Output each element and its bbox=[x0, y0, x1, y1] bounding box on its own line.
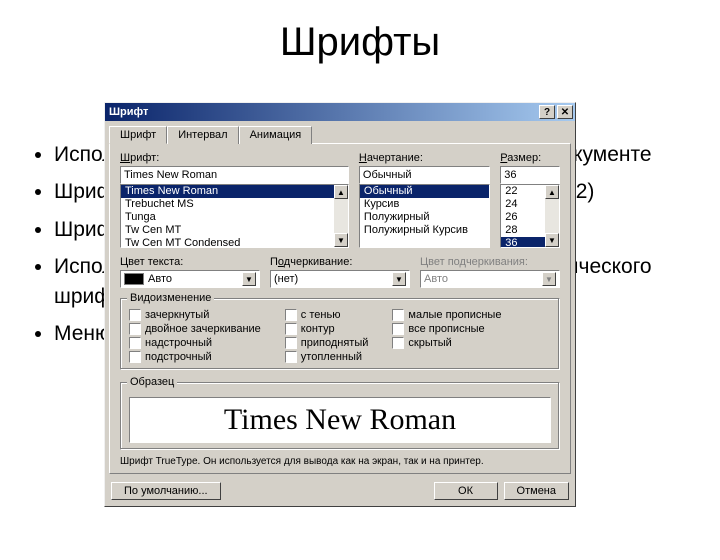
font-dialog: Шрифт ? ✕ Шрифт Интервал Анимация Шрифт:… bbox=[104, 102, 576, 507]
close-icon: ✕ bbox=[561, 107, 569, 118]
default-button[interactable]: По умолчанию... bbox=[111, 482, 221, 500]
textcolor-label: Цвет текста: bbox=[120, 256, 260, 268]
question-icon: ? bbox=[544, 107, 550, 118]
scrollbar[interactable]: ▲ ▼ bbox=[334, 185, 348, 247]
tab-animation[interactable]: Анимация bbox=[239, 126, 313, 144]
titlebar[interactable]: Шрифт ? ✕ bbox=[105, 103, 575, 121]
chevron-down-icon: ▼ bbox=[242, 272, 256, 286]
cancel-button[interactable]: Отмена bbox=[504, 482, 569, 500]
check-emboss[interactable]: приподнятый bbox=[285, 337, 369, 349]
list-item[interactable]: Полужирный bbox=[360, 211, 489, 224]
font-label: Шрифт: bbox=[120, 152, 349, 164]
check-superscript[interactable]: надстрочный bbox=[129, 337, 261, 349]
dialog-buttons: По умолчанию... ОК Отмена bbox=[105, 478, 575, 506]
check-shadow[interactable]: с тенью bbox=[285, 309, 369, 321]
underline-combo[interactable]: (нет) ▼ bbox=[270, 270, 410, 288]
textcolor-combo[interactable]: Авто ▼ bbox=[120, 270, 260, 288]
list-item[interactable]: Курсив bbox=[360, 198, 489, 211]
style-listbox[interactable]: Обычный Курсив Полужирный Полужирный Кур… bbox=[359, 184, 490, 248]
scroll-down-icon[interactable]: ▼ bbox=[545, 233, 559, 247]
check-subscript[interactable]: подстрочный bbox=[129, 351, 261, 363]
check-engrave[interactable]: утопленный bbox=[285, 351, 369, 363]
slide-title: Шрифты bbox=[0, 20, 720, 65]
list-item[interactable]: Times New Roman bbox=[121, 185, 348, 198]
tab-panel-font: Шрифт: Times New Roman Times New Roman T… bbox=[109, 143, 571, 474]
check-double-strike[interactable]: двойное зачеркивание bbox=[129, 323, 261, 335]
size-label: Размер: bbox=[500, 152, 560, 164]
scroll-down-icon[interactable]: ▼ bbox=[334, 233, 348, 247]
check-smallcaps[interactable]: малые прописные bbox=[392, 309, 501, 321]
underlinecolor-label: Цвет подчеркивания: bbox=[420, 256, 560, 268]
effects-label: Видоизменение bbox=[127, 292, 214, 304]
check-strikethrough[interactable]: зачеркнутый bbox=[129, 309, 261, 321]
tab-interval[interactable]: Интервал bbox=[167, 126, 238, 144]
scroll-up-icon[interactable]: ▲ bbox=[545, 185, 559, 199]
help-button[interactable]: ? bbox=[539, 105, 555, 119]
preview-text: Times New Roman bbox=[224, 403, 456, 437]
effects-group: Видоизменение зачеркнутый двойное зачерк… bbox=[120, 298, 560, 370]
list-item[interactable]: Обычный bbox=[360, 185, 489, 198]
tabs: Шрифт Интервал Анимация bbox=[105, 121, 575, 143]
ok-button[interactable]: ОК bbox=[434, 482, 498, 500]
check-outline[interactable]: контур bbox=[285, 323, 369, 335]
chevron-down-icon: ▼ bbox=[392, 272, 406, 286]
style-label: Начертание: bbox=[359, 152, 490, 164]
size-listbox[interactable]: 22 24 26 28 36 ▲ ▼ bbox=[500, 184, 560, 248]
close-button[interactable]: ✕ bbox=[557, 105, 573, 119]
check-allcaps[interactable]: все прописные bbox=[392, 323, 501, 335]
list-item[interactable]: Tw Cen MT Condensed bbox=[121, 237, 348, 248]
chevron-down-icon: ▼ bbox=[542, 272, 556, 286]
tab-font[interactable]: Шрифт bbox=[109, 126, 167, 144]
size-input[interactable]: 36 bbox=[500, 166, 560, 184]
scrollbar[interactable]: ▲ ▼ bbox=[545, 185, 559, 247]
list-item[interactable]: Tunga bbox=[121, 211, 348, 224]
list-item[interactable]: Полужирный Курсив bbox=[360, 224, 489, 237]
font-listbox[interactable]: Times New Roman Trebuchet MS Tunga Tw Ce… bbox=[120, 184, 349, 248]
scroll-up-icon[interactable]: ▲ bbox=[334, 185, 348, 199]
preview-label: Образец bbox=[127, 376, 177, 388]
preview-box: Times New Roman bbox=[129, 397, 551, 443]
list-item[interactable]: Tw Cen MT bbox=[121, 224, 348, 237]
font-description: Шрифт TrueType. Он используется для выво… bbox=[120, 456, 560, 467]
list-item[interactable]: Trebuchet MS bbox=[121, 198, 348, 211]
underline-label: Подчеркивание: bbox=[270, 256, 410, 268]
dialog-title: Шрифт bbox=[109, 106, 148, 118]
underlinecolor-combo: Авто ▼ bbox=[420, 270, 560, 288]
font-input[interactable]: Times New Roman bbox=[120, 166, 349, 184]
preview-group: Образец Times New Roman bbox=[120, 382, 560, 450]
check-hidden[interactable]: скрытый bbox=[392, 337, 501, 349]
style-input[interactable]: Обычный bbox=[359, 166, 490, 184]
